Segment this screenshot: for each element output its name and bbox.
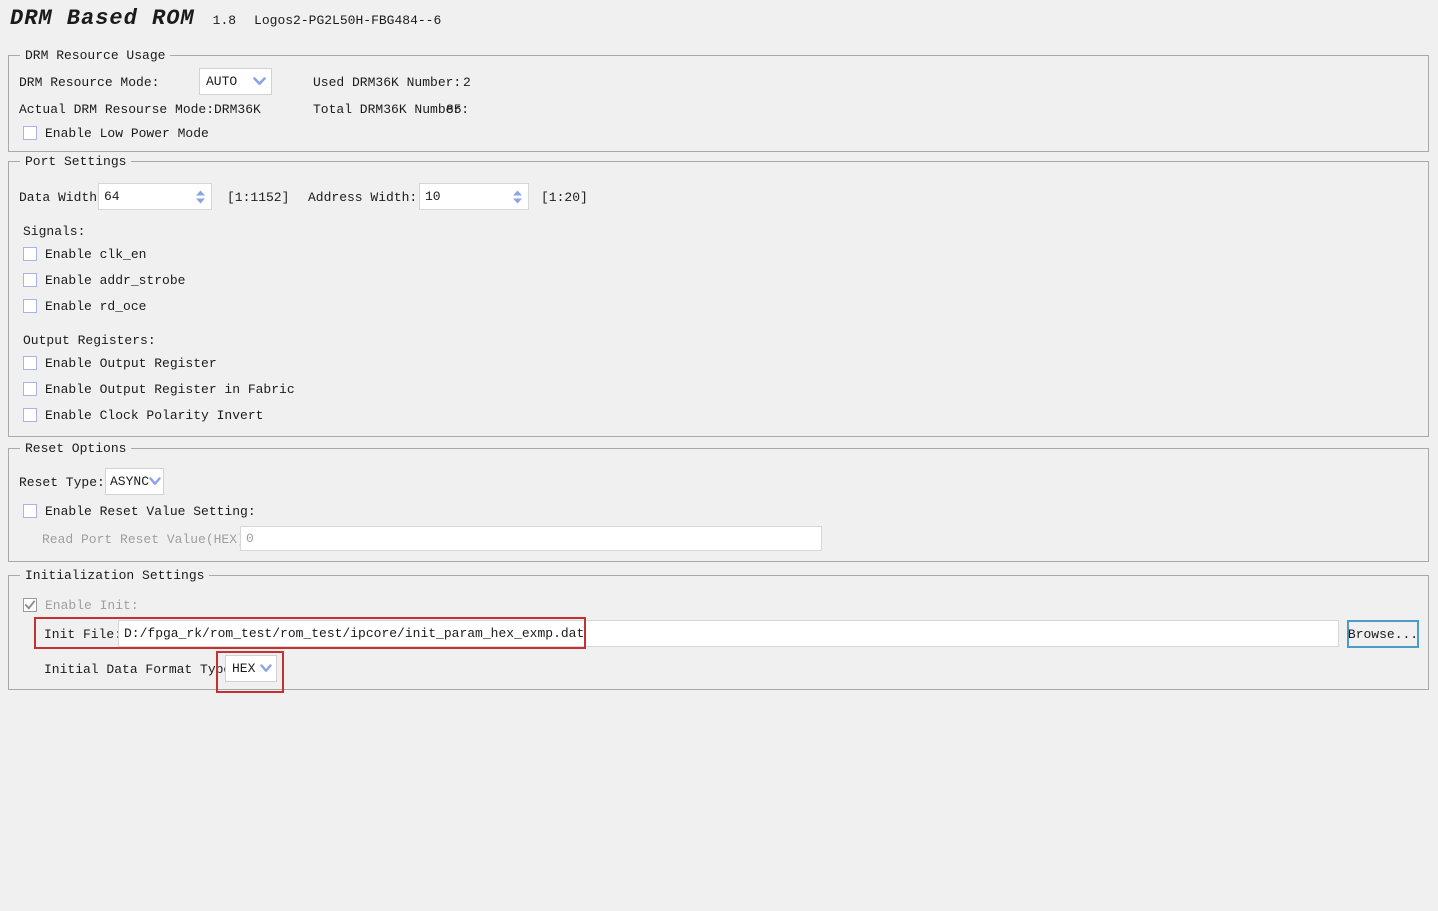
check-icon bbox=[24, 599, 36, 611]
group-initialization-settings: Initialization Settings Enable Init: Ini… bbox=[8, 575, 1429, 690]
format-type-label: Initial Data Format Type: bbox=[44, 662, 239, 678]
init-file-input[interactable] bbox=[118, 620, 1339, 647]
chevron-down-icon bbox=[149, 477, 161, 486]
signals-label: Signals: bbox=[23, 224, 85, 240]
data-width-range: [1:1152] bbox=[227, 190, 289, 206]
actual-mode-value: DRM36K bbox=[214, 102, 261, 118]
group-legend: Initialization Settings bbox=[20, 568, 209, 583]
enable-addr-strobe-checkbox[interactable] bbox=[23, 273, 37, 287]
enable-output-register-fabric-checkbox[interactable] bbox=[23, 382, 37, 396]
used-drm36k-label: Used DRM36K Number: bbox=[313, 75, 461, 91]
header: DRM Based ROM 1.8 Logos2-PG2L50H-FBG484-… bbox=[10, 6, 441, 31]
data-width-stepper bbox=[98, 183, 212, 210]
total-drm36k-value: 85 bbox=[446, 102, 462, 118]
enable-low-power-checkbox[interactable] bbox=[23, 126, 37, 140]
output-registers-label: Output Registers: bbox=[23, 333, 156, 349]
browse-button[interactable]: Browse... bbox=[1347, 620, 1419, 648]
spinner-down-icon bbox=[196, 198, 205, 203]
enable-clock-polarity-invert-label: Enable Clock Polarity Invert bbox=[45, 408, 263, 423]
group-drm-resource-usage: DRM Resource Usage DRM Resource Mode: AU… bbox=[8, 55, 1429, 152]
format-type-select[interactable]: HEX bbox=[225, 655, 277, 682]
enable-addr-strobe-label: Enable addr_strobe bbox=[45, 273, 185, 288]
chevron-down-icon bbox=[260, 664, 272, 673]
spinner-up-icon bbox=[513, 190, 522, 195]
address-width-range: [1:20] bbox=[541, 190, 588, 206]
enable-low-power-label: Enable Low Power Mode bbox=[45, 126, 209, 141]
group-reset-options: Reset Options Reset Type: ASYNC Enable R… bbox=[8, 448, 1429, 562]
enable-reset-value-label: Enable Reset Value Setting: bbox=[45, 504, 256, 519]
reset-type-value: ASYNC bbox=[110, 474, 149, 489]
enable-init-label: Enable Init: bbox=[45, 598, 139, 613]
read-port-reset-value-label: Read Port Reset Value(HEX): bbox=[42, 532, 253, 548]
enable-clk-en-checkbox[interactable] bbox=[23, 247, 37, 261]
spinner-up-icon bbox=[196, 190, 205, 195]
actual-mode-label: Actual DRM Resourse Mode: bbox=[19, 102, 214, 118]
group-port-settings: Port Settings Data Width: [1:1152] Addre… bbox=[8, 161, 1429, 437]
address-width-label: Address Width: bbox=[308, 190, 417, 206]
group-legend: Port Settings bbox=[20, 154, 131, 169]
reset-type-label: Reset Type: bbox=[19, 475, 105, 491]
enable-output-register-checkbox[interactable] bbox=[23, 356, 37, 370]
enable-clock-polarity-invert-checkbox[interactable] bbox=[23, 408, 37, 422]
group-legend: Reset Options bbox=[20, 441, 131, 456]
enable-output-register-fabric-label: Enable Output Register in Fabric bbox=[45, 382, 295, 397]
enable-reset-value-checkbox[interactable] bbox=[23, 504, 37, 518]
reset-type-select[interactable]: ASYNC bbox=[105, 468, 164, 495]
format-type-value: HEX bbox=[232, 661, 255, 676]
address-width-spin-buttons[interactable] bbox=[513, 190, 522, 203]
address-width-stepper bbox=[419, 183, 529, 210]
enable-init-checkbox bbox=[23, 598, 37, 612]
used-drm36k-value: 2 bbox=[463, 75, 471, 91]
drm-resource-mode-label: DRM Resource Mode: bbox=[19, 75, 159, 91]
group-legend: DRM Resource Usage bbox=[20, 48, 170, 63]
enable-output-register-label: Enable Output Register bbox=[45, 356, 217, 371]
enable-rd-oce-checkbox[interactable] bbox=[23, 299, 37, 313]
device-label: Logos2-PG2L50H-FBG484--6 bbox=[254, 13, 441, 28]
read-port-reset-value-input bbox=[240, 526, 822, 551]
spinner-down-icon bbox=[513, 198, 522, 203]
init-file-label: Init File: bbox=[44, 627, 122, 643]
enable-clk-en-label: Enable clk_en bbox=[45, 247, 146, 262]
version-label: 1.8 bbox=[213, 13, 236, 28]
enable-rd-oce-label: Enable rd_oce bbox=[45, 299, 146, 314]
page-title: DRM Based ROM bbox=[10, 6, 195, 31]
data-width-label: Data Width: bbox=[19, 190, 105, 206]
drm-resource-mode-select[interactable]: AUTO bbox=[199, 68, 272, 95]
chevron-down-icon bbox=[253, 77, 266, 86]
drm-resource-mode-value: AUTO bbox=[206, 74, 237, 89]
data-width-input[interactable] bbox=[98, 183, 212, 210]
data-width-spin-buttons[interactable] bbox=[196, 190, 205, 203]
